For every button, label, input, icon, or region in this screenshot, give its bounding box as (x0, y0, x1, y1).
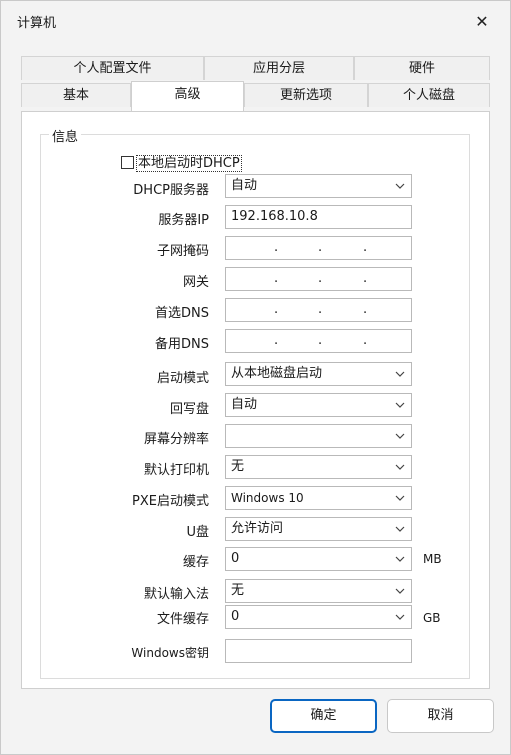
cache-label: 缓存 (182, 555, 209, 570)
ip-dot: . (274, 271, 279, 286)
file-cache-select[interactable]: 0 (225, 605, 412, 629)
tab-update-options[interactable]: 更新选项 (244, 83, 368, 107)
windows-key-input[interactable] (225, 639, 412, 663)
ok-button[interactable]: 确定 (270, 699, 377, 733)
gateway-input[interactable]: . . . (225, 267, 412, 291)
chevron-down-icon (395, 614, 405, 620)
window-title: 计算机 (17, 16, 57, 31)
advanced-panel: 信息 本地启动时DHCP DHCP服务器 自动 服务器IP 192.168.10… (21, 111, 490, 689)
default-printer-select[interactable]: 无 (225, 455, 412, 479)
chevron-down-icon (395, 433, 405, 439)
usb-disk-value: 允许访问 (231, 521, 284, 536)
server-ip-input[interactable]: 192.168.10.8 (225, 205, 412, 229)
ip-dot: . (318, 240, 323, 255)
file-cache-value: 0 (231, 609, 240, 624)
dhcp-checkbox-label: 本地启动时DHCP (136, 155, 242, 172)
cache-unit: MB (423, 552, 442, 566)
ip-dot: . (363, 302, 368, 317)
input-method-value: 无 (231, 583, 245, 598)
chevron-down-icon (395, 464, 405, 470)
cache-select[interactable]: 0 (225, 547, 412, 571)
ip-dot: . (318, 302, 323, 317)
server-ip-label: 服务器IP (158, 213, 209, 228)
gateway-label: 网关 (182, 275, 209, 290)
ip-dot: . (318, 333, 323, 348)
input-method-label: 默认输入法 (143, 587, 209, 602)
ip-dot: . (274, 240, 279, 255)
tab-personal-disk[interactable]: 个人磁盘 (368, 83, 490, 107)
default-printer-label: 默认打印机 (143, 463, 209, 478)
subnet-mask-label: 子网掩码 (156, 244, 209, 259)
chevron-down-icon (395, 526, 405, 532)
ip-dot: . (363, 333, 368, 348)
boot-mode-select[interactable]: 从本地磁盘启动 (225, 362, 412, 386)
usb-disk-select[interactable]: 允许访问 (225, 517, 412, 541)
group-legend: 信息 (49, 126, 82, 145)
ip-dot: . (318, 271, 323, 286)
computer-dialog: 计算机 ✕ 个人配置文件 应用分层 硬件 基本 高级 更新选项 个人磁盘 信息 … (0, 0, 511, 755)
tab-hardware[interactable]: 硬件 (354, 56, 490, 80)
pxe-boot-mode-label: PXE启动模式 (132, 494, 209, 509)
writeback-disk-value: 自动 (231, 397, 258, 412)
file-cache-unit: GB (423, 611, 441, 625)
cache-value: 0 (231, 551, 240, 566)
ip-dot: . (363, 271, 368, 286)
default-printer-value: 无 (231, 459, 245, 474)
tab-app-layering[interactable]: 应用分层 (204, 56, 354, 80)
subnet-mask-input[interactable]: . . . (225, 236, 412, 260)
server-ip-value: 192.168.10.8 (231, 209, 318, 224)
ip-dot: . (363, 240, 368, 255)
chevron-down-icon (395, 371, 405, 377)
writeback-disk-select[interactable]: 自动 (225, 393, 412, 417)
alternate-dns-input[interactable]: . . . (225, 329, 412, 353)
input-method-select[interactable]: 无 (225, 579, 412, 603)
chevron-down-icon (395, 588, 405, 594)
preferred-dns-label: 首选DNS (155, 306, 209, 321)
dhcp-checkbox[interactable] (121, 156, 134, 169)
info-group: 信息 本地启动时DHCP DHCP服务器 自动 服务器IP 192.168.10… (40, 126, 470, 679)
chevron-down-icon (395, 183, 405, 189)
preferred-dns-input[interactable]: . . . (225, 298, 412, 322)
ip-dot: . (274, 333, 279, 348)
pxe-boot-mode-value: Windows 10 (231, 491, 304, 505)
alternate-dns-label: 备用DNS (155, 337, 209, 352)
usb-disk-label: U盘 (186, 525, 209, 540)
cancel-button[interactable]: 取消 (387, 699, 494, 733)
boot-mode-value: 从本地磁盘启动 (231, 366, 323, 381)
pxe-boot-mode-select[interactable]: Windows 10 (225, 486, 412, 510)
chevron-down-icon (395, 495, 405, 501)
dhcp-server-select[interactable]: 自动 (225, 174, 412, 198)
writeback-disk-label: 回写盘 (169, 402, 209, 417)
tab-advanced[interactable]: 高级 (131, 81, 244, 111)
windows-key-label: Windows密钥 (131, 646, 209, 660)
tab-basic[interactable]: 基本 (21, 83, 131, 107)
boot-mode-label: 启动模式 (156, 371, 209, 386)
dhcp-server-value: 自动 (231, 178, 258, 193)
close-icon[interactable]: ✕ (471, 11, 493, 33)
resolution-select[interactable] (225, 424, 412, 448)
ip-dot: . (274, 302, 279, 317)
dhcp-server-label: DHCP服务器 (133, 183, 209, 198)
dhcp-checkbox-row[interactable]: 本地启动时DHCP (121, 152, 242, 172)
file-cache-label: 文件缓存 (156, 612, 209, 627)
tab-profile[interactable]: 个人配置文件 (21, 56, 204, 80)
resolution-label: 屏幕分辨率 (143, 432, 209, 447)
chevron-down-icon (395, 402, 405, 408)
chevron-down-icon (395, 556, 405, 562)
